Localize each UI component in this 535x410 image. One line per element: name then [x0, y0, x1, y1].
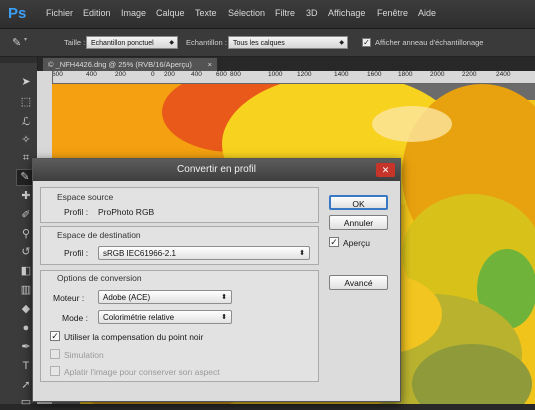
destination-profile-label: Profil : — [64, 248, 89, 258]
sample-select-value: Tous les calques — [233, 40, 285, 47]
conversion-heading: Options de conversion — [57, 273, 142, 283]
document-tab-title: © _NFH4426.dng @ 25% (RVB/16/Aperçu) — [48, 60, 192, 69]
ruler-mark: 1800 — [398, 71, 413, 78]
app-logo: Ps — [8, 5, 27, 22]
marquee-tool-icon[interactable]: ⬚ — [18, 95, 34, 110]
horizontal-ruler: 600 400 200 0 200 400 600 800 1000 1200 … — [52, 71, 535, 84]
ruler-mark: 1400 — [334, 71, 349, 78]
quick-select-tool-icon[interactable]: ✧ — [18, 133, 34, 148]
ring-checkbox[interactable]: ✓ — [362, 38, 371, 47]
size-select[interactable]: Echantillon ponctuel ◆ — [86, 36, 178, 49]
select-arrow-icon: ◆ — [339, 40, 344, 46]
ruler-mark: 0 — [151, 71, 155, 78]
black-point-checkbox[interactable]: ✓ — [50, 331, 60, 341]
chevron-down-icon[interactable]: ▾ — [24, 36, 27, 43]
select-arrow-icon: ⬍ — [299, 250, 305, 257]
ruler-mark: 200 — [115, 71, 126, 78]
mode-label: Mode : — [62, 313, 88, 323]
menu-bar: Ps Fichier Edition Image Calque Texte Sé… — [0, 0, 535, 29]
ruler-mark: 800 — [230, 71, 241, 78]
engine-select[interactable]: Adobe (ACE) ⬍ — [98, 290, 232, 304]
sample-select[interactable]: Tous les calques ◆ — [228, 36, 348, 49]
black-point-label: Utiliser la compensation du point noir — [64, 332, 204, 342]
source-profile-value: ProPhoto RGB — [98, 207, 155, 217]
simulation-label: Simulation — [64, 350, 104, 360]
simulation-checkbox[interactable] — [50, 349, 60, 359]
move-tool-icon[interactable]: ➤ — [18, 75, 34, 90]
tab-close-icon[interactable]: × — [208, 58, 212, 72]
menu-3d[interactable]: 3D — [306, 8, 318, 18]
select-arrow-icon: ⬍ — [221, 294, 227, 301]
source-profile-label: Profil : — [64, 207, 89, 217]
preview-checkbox[interactable]: ✓ — [329, 237, 339, 247]
convert-profile-dialog: Convertir en profil ✕ Espace source Prof… — [32, 158, 401, 402]
menu-fichier[interactable]: Fichier — [46, 8, 73, 18]
menu-affichage[interactable]: Affichage — [328, 8, 365, 18]
menu-calque[interactable]: Calque — [156, 8, 185, 18]
destination-profile-value: sRGB IEC61966-2.1 — [103, 249, 176, 258]
ruler-mark: 600 — [52, 71, 63, 78]
sample-label: Echantillon : — [186, 38, 227, 47]
destination-heading: Espace de destination — [57, 230, 141, 240]
source-heading: Espace source — [57, 192, 114, 202]
menu-aide[interactable]: Aide — [418, 8, 436, 18]
ruler-mark: 200 — [164, 71, 175, 78]
advanced-button[interactable]: Avancé — [329, 275, 388, 290]
destination-profile-select[interactable]: sRGB IEC61966-2.1 ⬍ — [98, 246, 310, 260]
select-arrow-icon: ⬍ — [221, 314, 227, 321]
flatten-checkbox[interactable] — [50, 366, 60, 376]
menu-filtre[interactable]: Filtre — [275, 8, 295, 18]
menu-fenetre[interactable]: Fenêtre — [377, 8, 408, 18]
cancel-button[interactable]: Annuler — [329, 215, 388, 230]
panel-grip[interactable] — [0, 57, 37, 63]
ok-button[interactable]: OK — [329, 195, 388, 210]
close-icon[interactable]: ✕ — [376, 163, 395, 177]
ruler-mark: 2000 — [430, 71, 445, 78]
flatten-label: Aplatir l'image pour conserver son aspec… — [64, 367, 220, 377]
dialog-title: Convertir en profil — [33, 159, 400, 181]
menu-image[interactable]: Image — [121, 8, 146, 18]
document-tab[interactable]: © _NFH4426.dng @ 25% (RVB/16/Aperçu) × — [42, 57, 218, 71]
lasso-tool-icon[interactable]: ℒ — [18, 115, 34, 130]
ruler-mark: 2200 — [462, 71, 477, 78]
size-label: Taille : — [64, 38, 86, 47]
ring-label: Afficher anneau d'échantillonage — [375, 38, 484, 47]
menu-texte[interactable]: Texte — [195, 8, 217, 18]
options-bar: ✎ ▾ Taille : Echantillon ponctuel ◆ Echan… — [0, 29, 535, 57]
eyedropper-icon[interactable]: ✎ — [12, 36, 21, 49]
mode-value: Colorimétrie relative — [103, 313, 175, 322]
engine-value: Adobe (ACE) — [103, 293, 151, 302]
select-arrow-icon: ◆ — [169, 40, 174, 46]
menu-edition[interactable]: Edition — [83, 8, 111, 18]
size-select-value: Echantillon ponctuel — [91, 40, 154, 47]
ruler-mark: 400 — [191, 71, 202, 78]
menu-selection[interactable]: Sélection — [228, 8, 265, 18]
ruler-mark: 600 — [216, 71, 227, 78]
preview-label: Aperçu — [343, 238, 370, 248]
ruler-mark: 1600 — [367, 71, 382, 78]
conversion-group — [40, 270, 319, 382]
ruler-mark: 1000 — [268, 71, 283, 78]
ruler-mark: 1200 — [297, 71, 312, 78]
ruler-mark: 400 — [86, 71, 97, 78]
ruler-mark: 2400 — [496, 71, 511, 78]
engine-label: Moteur : — [53, 293, 85, 303]
mode-select[interactable]: Colorimétrie relative ⬍ — [98, 310, 232, 324]
